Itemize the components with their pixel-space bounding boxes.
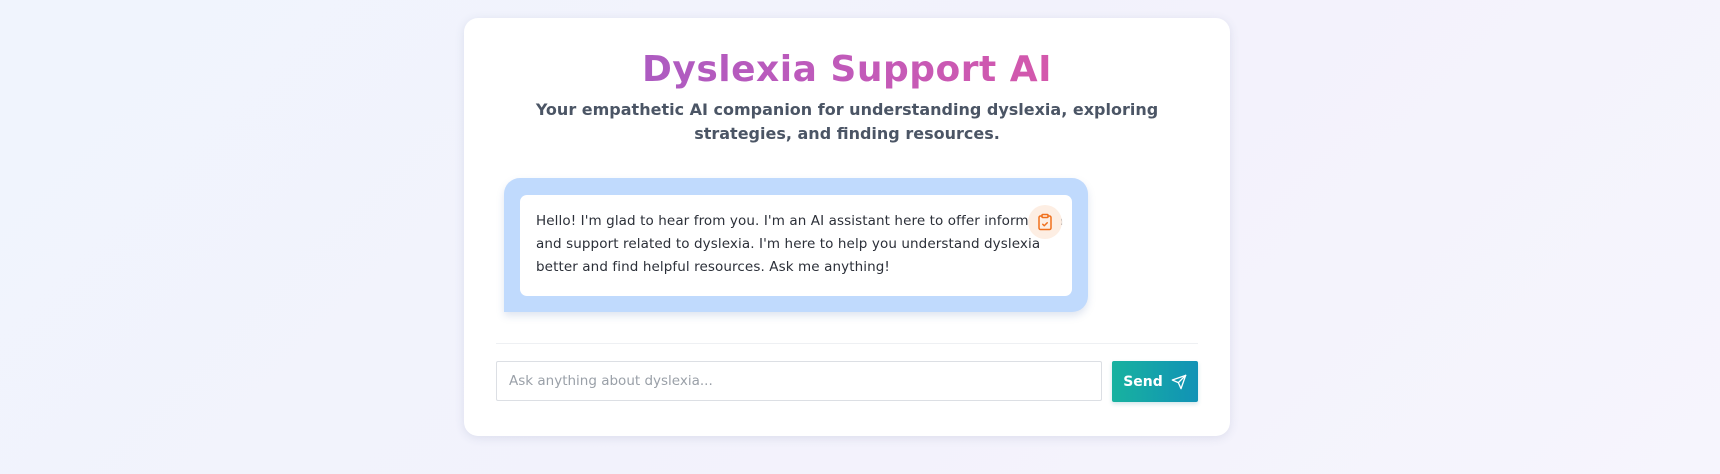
assistant-message-text: Hello! I'm glad to hear from you. I'm an… — [536, 213, 1064, 275]
send-button-label: Send — [1123, 373, 1163, 390]
page-subtitle: Your empathetic AI companion for underst… — [535, 100, 1159, 143]
copy-message-button[interactable] — [1028, 205, 1062, 239]
clipboard-icon — [1038, 213, 1052, 231]
assistant-message: Hello! I'm glad to hear from you. I'm an… — [520, 195, 1072, 296]
chat-message-list[interactable]: Hello! I'm glad to hear from you. I'm an… — [504, 178, 1088, 312]
chat-input[interactable] — [496, 361, 1102, 401]
paper-plane-icon — [1171, 374, 1187, 389]
page-title: Dyslexia Support AI — [464, 48, 1230, 92]
send-button[interactable]: Send — [1112, 361, 1198, 402]
chat-card: Dyslexia Support AI Your empathetic AI c… — [464, 18, 1230, 436]
divider — [496, 343, 1198, 344]
